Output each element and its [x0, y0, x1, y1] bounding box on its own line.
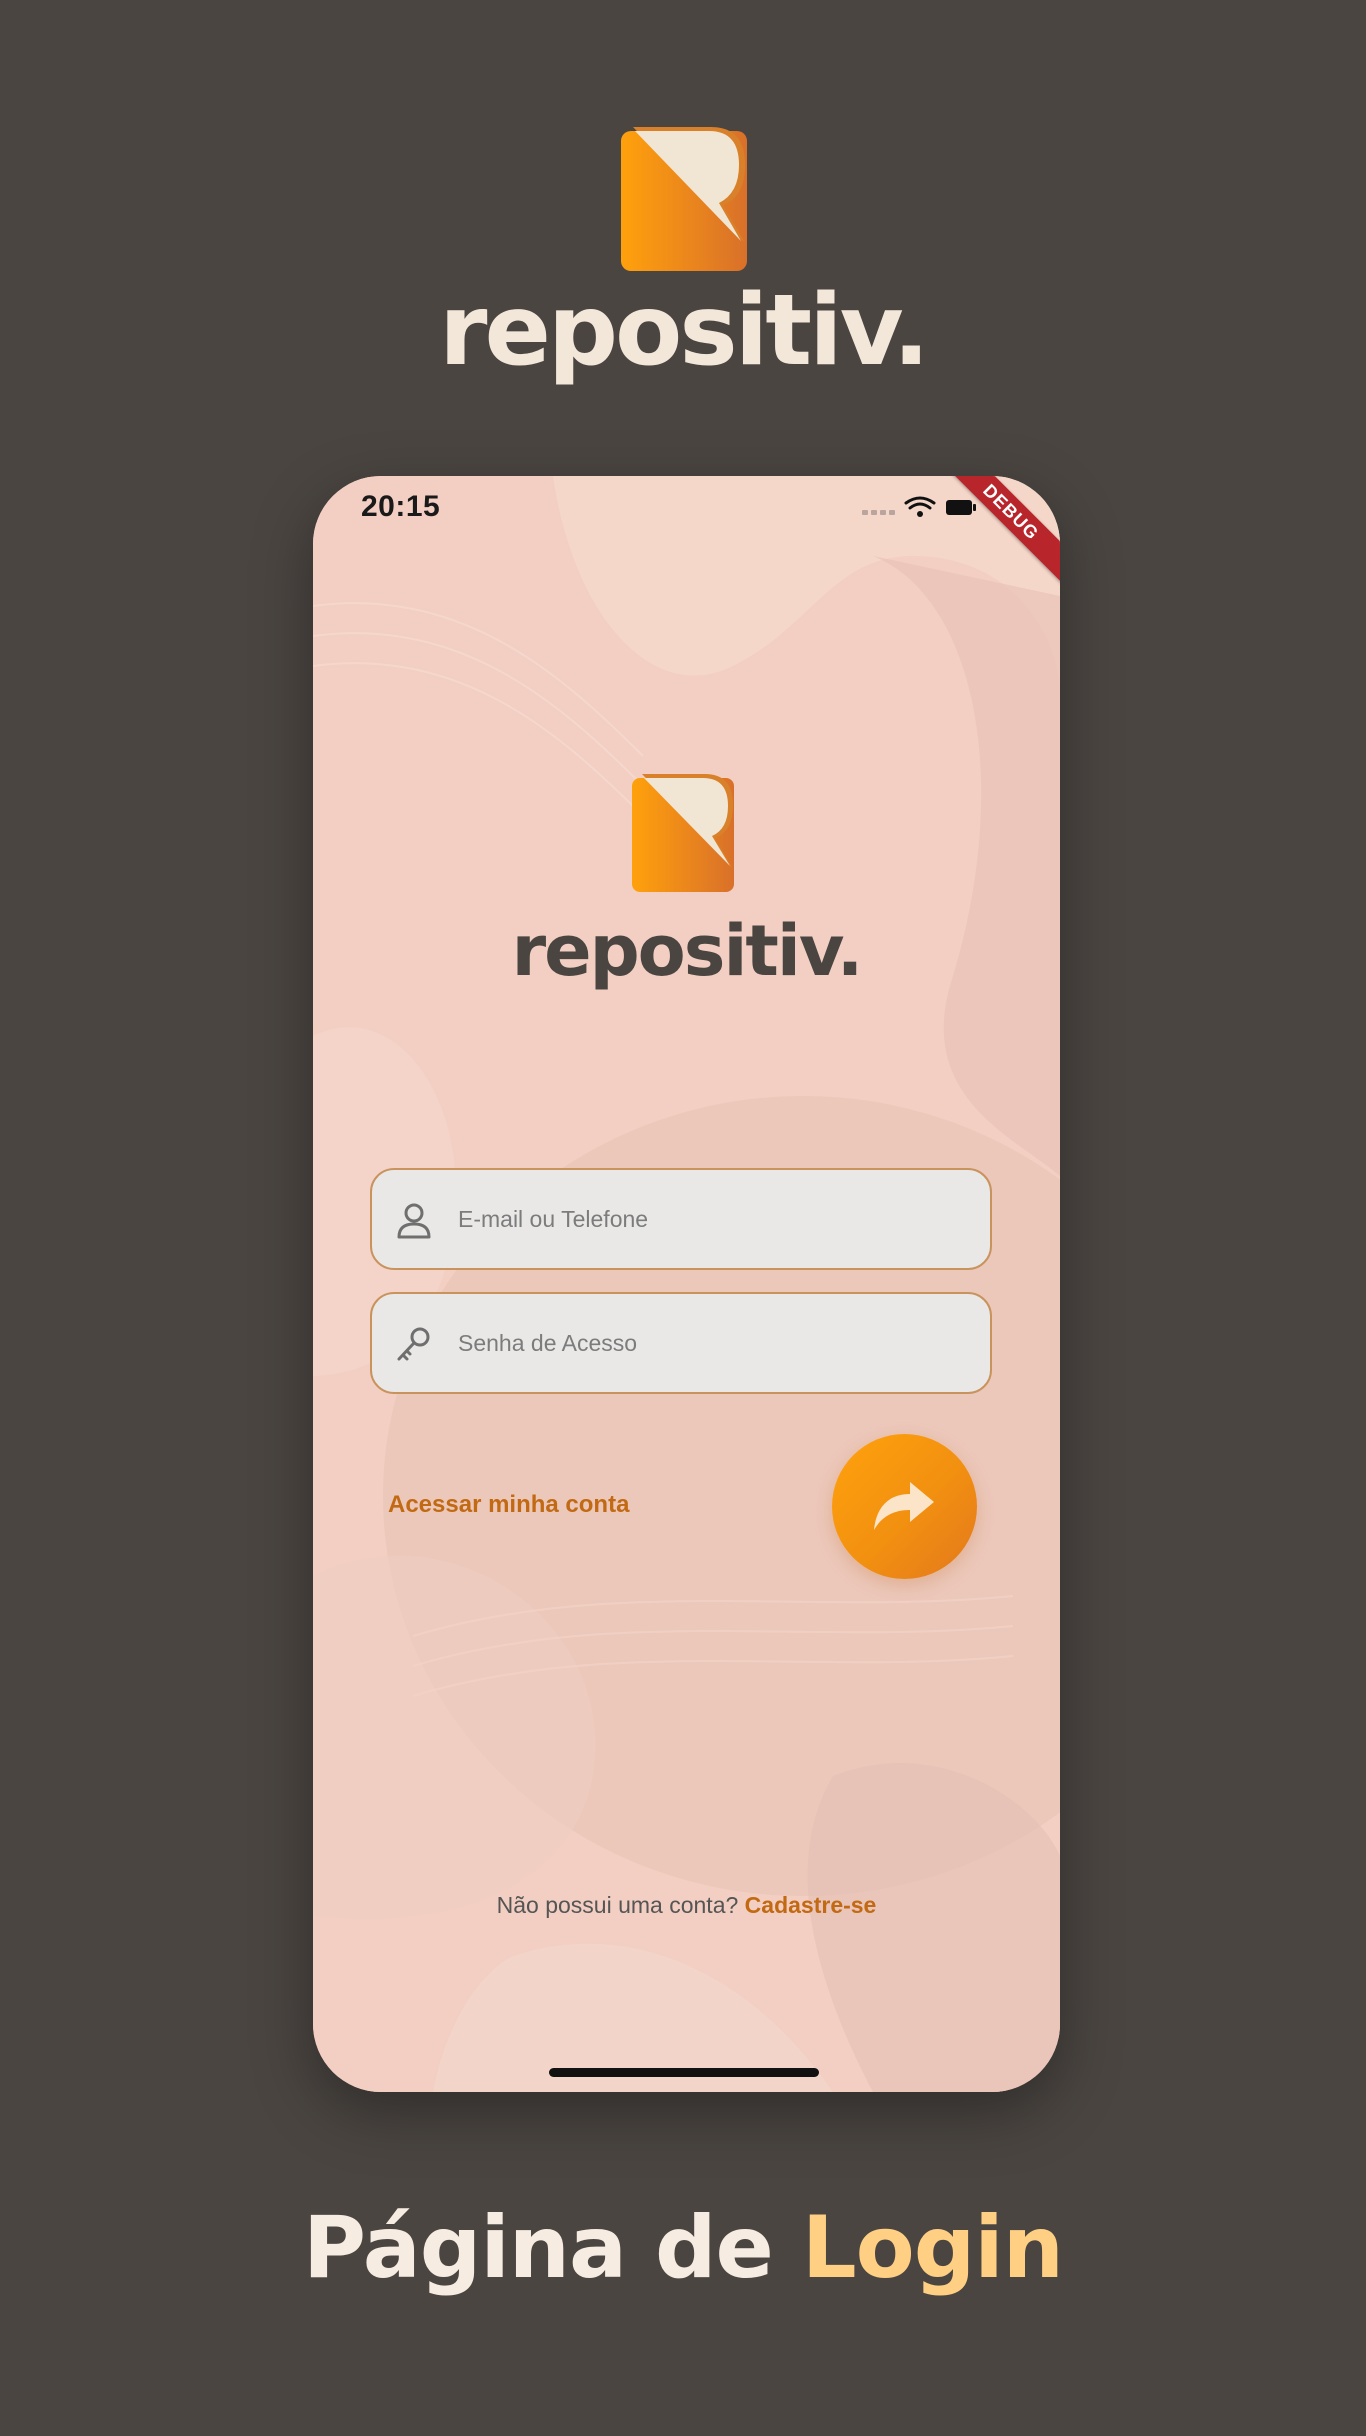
user-icon	[397, 1203, 431, 1239]
decorative-background	[313, 476, 1060, 2092]
repositiv-logo-icon	[632, 774, 734, 892]
home-indicator	[549, 2068, 819, 2077]
signal-icon	[862, 510, 895, 515]
phone-screen: 20:15 DEBUG repositiv. E-mail ou Telefon…	[313, 476, 1060, 2092]
password-input[interactable]	[458, 1294, 968, 1392]
repositiv-logo-icon	[621, 127, 747, 271]
caption-highlight: Login	[801, 2198, 1064, 2298]
status-time: 20:15	[361, 490, 441, 523]
email-input[interactable]	[458, 1170, 968, 1268]
email-field[interactable]	[370, 1168, 992, 1270]
signup-prompt: Não possui uma conta?	[496, 1892, 739, 1918]
brand-wordmark: repositiv.	[439, 274, 930, 388]
page-caption: Página de Login	[0, 2205, 1366, 2291]
login-label[interactable]: Acessar minha conta	[388, 1491, 629, 1519]
caption-prefix: Página de	[303, 2198, 774, 2298]
signup-row: Não possui uma conta? Cadastre-se	[313, 1892, 1060, 1919]
login-submit-button[interactable]	[832, 1434, 977, 1579]
key-icon	[397, 1327, 430, 1361]
app-wordmark: repositiv.	[511, 910, 864, 992]
signup-link[interactable]: Cadastre-se	[745, 1892, 877, 1918]
password-field[interactable]	[370, 1292, 992, 1394]
battery-icon	[946, 500, 976, 515]
wifi-icon	[904, 496, 936, 517]
share-arrow-icon	[874, 1482, 934, 1530]
